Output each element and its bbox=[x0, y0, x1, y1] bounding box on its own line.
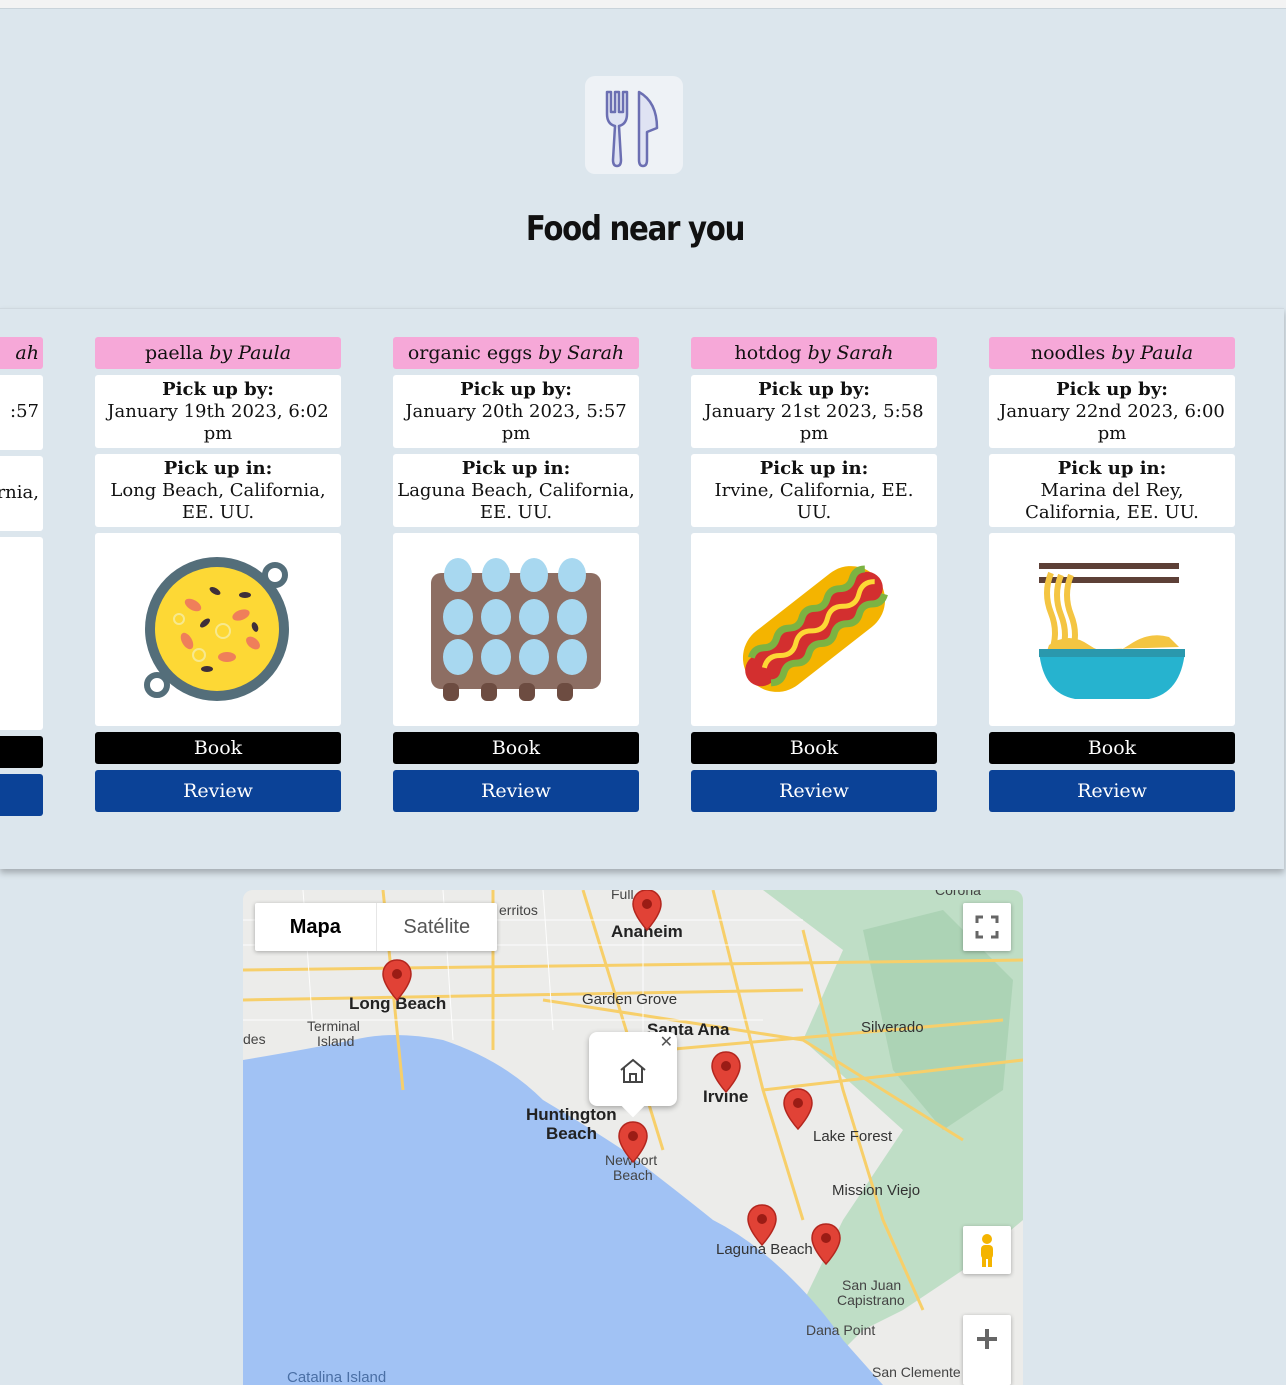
fullscreen-icon bbox=[975, 915, 999, 939]
review-button[interactable]: Review bbox=[989, 770, 1235, 812]
pickup-time-box: Pick up by: January 22nd 2023, 6:00 pm bbox=[989, 375, 1235, 448]
pickup-place: Long Beach, California, EE. UU. bbox=[110, 480, 326, 523]
map-label-capistrano: Capistrano bbox=[837, 1292, 905, 1308]
pickup-time-box: Pick up by: January 21st 2023, 5:58 pm bbox=[691, 375, 937, 448]
pickup-by-label: Pick up by: bbox=[162, 379, 274, 400]
book-button[interactable]: Book bbox=[95, 732, 341, 764]
pickup-place-box: Pick up in: Laguna Beach, California, EE… bbox=[393, 454, 639, 527]
map-label-corona: Corona bbox=[935, 890, 981, 898]
hero-header: Food near you bbox=[0, 9, 1286, 305]
hotdog-icon bbox=[742, 565, 888, 692]
map-label-des: des bbox=[243, 1031, 266, 1047]
review-button[interactable]: Review bbox=[691, 770, 937, 812]
pickup-time: January 19th 2023, 6:02 pm bbox=[107, 401, 329, 444]
map-pin[interactable] bbox=[710, 1050, 742, 1094]
card-title: paella by Paula bbox=[95, 337, 341, 369]
food-image bbox=[393, 533, 639, 726]
eggs-carton-icon bbox=[431, 558, 601, 701]
book-button[interactable] bbox=[0, 736, 43, 768]
pickup-place: Marina del Rey, California, EE. UU. bbox=[1025, 480, 1199, 523]
food-image bbox=[691, 533, 937, 726]
map-pin[interactable] bbox=[617, 1120, 649, 1164]
map-label-dana-point: Dana Point bbox=[806, 1322, 876, 1338]
pickup-in-label: Pick up in: bbox=[1057, 458, 1167, 479]
satellite-tab[interactable]: Satélite bbox=[377, 903, 498, 951]
card-title: noodles by Paula bbox=[989, 337, 1235, 369]
pickup-time: January 22nd 2023, 6:00 pm bbox=[999, 401, 1225, 444]
map-label-san-juan: San Juan bbox=[842, 1277, 902, 1293]
map-label-lake-forest: Lake Forest bbox=[813, 1128, 893, 1145]
pickup-in-label: Pick up in: bbox=[461, 458, 571, 479]
pickup-in-label: Pick up in: bbox=[163, 458, 273, 479]
pickup-place-box: Pick up in: Marina del Rey, California, … bbox=[989, 454, 1235, 527]
map-pin[interactable] bbox=[810, 1222, 842, 1266]
food-card: hotdog by Sarah Pick up by: January 21st… bbox=[691, 337, 937, 812]
pickup-by-label: Pick up by: bbox=[1056, 379, 1168, 400]
map-label-huntington-beach: Beach bbox=[546, 1124, 598, 1143]
pickup-time-box: :57 bbox=[0, 375, 43, 450]
food-card: paella by Paula Pick up by: January 19th… bbox=[95, 337, 341, 812]
map-label-cerritos: erritos bbox=[499, 902, 538, 918]
map-label-newport-beach: Beach bbox=[613, 1167, 653, 1183]
pickup-place-box: rnia, bbox=[0, 456, 43, 531]
book-button[interactable]: Book bbox=[691, 732, 937, 764]
paella-icon bbox=[144, 557, 289, 701]
book-button[interactable]: Book bbox=[393, 732, 639, 764]
pickup-time-box: Pick up by: January 20th 2023, 5:57 pm bbox=[393, 375, 639, 448]
review-button[interactable]: Review bbox=[393, 770, 639, 812]
street-view-pegman[interactable] bbox=[963, 1226, 1011, 1274]
logo bbox=[585, 76, 683, 174]
fork-knife-icon bbox=[605, 90, 659, 168]
map-label-island: Island bbox=[317, 1033, 355, 1049]
pickup-in-label: Pick up in: bbox=[759, 458, 869, 479]
map-label-terminal: Terminal bbox=[307, 1018, 360, 1034]
map[interactable]: Mapa Satélite Anaheim Full erritos Coron… bbox=[243, 890, 1023, 1385]
pickup-place-box: Pick up in: Long Beach, California, EE. … bbox=[95, 454, 341, 527]
book-button[interactable]: Book bbox=[989, 732, 1235, 764]
map-pin[interactable] bbox=[381, 958, 413, 1002]
browser-top-edge bbox=[0, 0, 1286, 9]
zoom-in-button[interactable] bbox=[963, 1315, 1011, 1385]
card-title: hotdog by Sarah bbox=[691, 337, 937, 369]
map-pin[interactable] bbox=[631, 890, 663, 932]
food-card: organic eggs by Sarah Pick up by: Januar… bbox=[393, 337, 639, 812]
page-title: Food near you bbox=[525, 209, 746, 249]
food-image bbox=[95, 533, 341, 726]
map-label-silverado: Silverado bbox=[861, 1019, 924, 1036]
food-card: noodles by Paula Pick up by: January 22n… bbox=[989, 337, 1235, 812]
review-button[interactable] bbox=[0, 774, 43, 816]
map-label-san-clemente: San Clemente bbox=[872, 1364, 961, 1380]
plus-icon bbox=[977, 1329, 997, 1349]
pickup-time: :57 bbox=[10, 401, 39, 422]
food-carousel[interactable]: ah :57 rnia, paella by Paula Pick up by:… bbox=[0, 308, 1284, 869]
pegman-icon bbox=[981, 1234, 993, 1267]
pickup-time-box: Pick up by: January 19th 2023, 6:02 pm bbox=[95, 375, 341, 448]
map-type-toggle: Mapa Satélite bbox=[255, 903, 497, 951]
pickup-place: Irvine, California, EE. UU. bbox=[714, 480, 914, 523]
food-image bbox=[989, 533, 1235, 726]
pickup-place: Laguna Beach, California, EE. UU. bbox=[397, 480, 635, 523]
map-label-huntington: Huntington bbox=[526, 1105, 617, 1124]
map-pin[interactable] bbox=[746, 1203, 778, 1247]
pickup-place-box: Pick up in: Irvine, California, EE. UU. bbox=[691, 454, 937, 527]
map-label-garden-grove: Garden Grove bbox=[582, 991, 678, 1008]
map-info-window: ✕ bbox=[589, 1032, 677, 1118]
food-card-partial: ah :57 rnia, bbox=[0, 337, 43, 816]
map-tab[interactable]: Mapa bbox=[255, 903, 377, 951]
map-label-mission-viejo: Mission Viejo bbox=[832, 1182, 921, 1199]
review-button[interactable]: Review bbox=[95, 770, 341, 812]
pickup-by-label: Pick up by: bbox=[460, 379, 572, 400]
pickup-place: rnia, bbox=[0, 482, 39, 503]
food-image bbox=[0, 537, 43, 730]
fullscreen-button[interactable] bbox=[963, 903, 1011, 951]
map-pin[interactable] bbox=[782, 1087, 814, 1131]
card-title: organic eggs by Sarah bbox=[393, 337, 639, 369]
pickup-time: January 20th 2023, 5:57 pm bbox=[405, 401, 627, 444]
noodles-icon bbox=[1039, 563, 1185, 699]
map-label-catalina: Catalina Island bbox=[287, 1369, 387, 1385]
pickup-time: January 21st 2023, 5:58 pm bbox=[704, 401, 924, 444]
pickup-by-label: Pick up by: bbox=[758, 379, 870, 400]
card-title: ah bbox=[0, 337, 43, 369]
